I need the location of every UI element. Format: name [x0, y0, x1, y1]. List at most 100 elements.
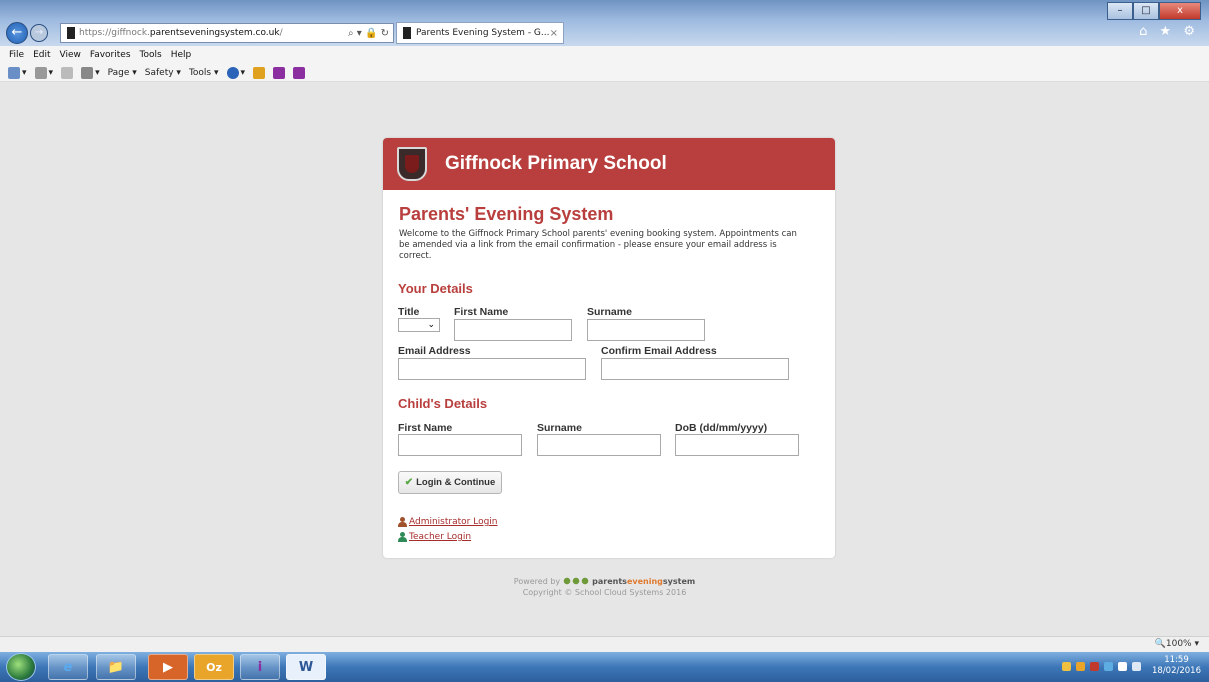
child-surname-input[interactable]	[537, 434, 661, 456]
taskbar-word-icon[interactable]: W	[286, 654, 326, 680]
menu-view[interactable]: View	[60, 50, 81, 60]
page-menu[interactable]: Page ▾	[108, 68, 137, 78]
close-window-button[interactable]: x	[1159, 2, 1201, 20]
surname-label: Surname	[587, 306, 632, 318]
check-icon: ✔	[404, 477, 414, 488]
surname-input[interactable]	[587, 319, 705, 341]
clock-date: 18/02/2016	[1152, 666, 1201, 676]
menu-file[interactable]: File	[9, 50, 24, 60]
navigation-bar: ← → https://giffnock.parentseveningsyste…	[0, 20, 1209, 46]
back-button[interactable]: ←	[6, 22, 28, 44]
tools-menu[interactable]: Tools ▾	[189, 68, 219, 78]
start-button[interactable]	[6, 653, 36, 681]
school-name: Giffnock Primary School	[445, 153, 667, 174]
network-tray-icon[interactable]	[1118, 661, 1127, 671]
url-text[interactable]: https://giffnock.parentseveningsystem.co…	[79, 28, 348, 38]
home-icon[interactable]	[8, 66, 20, 79]
teacher-login-label[interactable]: Teacher Login	[409, 532, 471, 542]
teacher-user-icon	[398, 532, 407, 542]
login-continue-button[interactable]: ✔ Login & Continue	[398, 471, 502, 494]
safety-menu[interactable]: Safety ▾	[145, 68, 181, 78]
child-first-name-label: First Name	[398, 422, 453, 434]
administrator-login-label[interactable]: Administrator Login	[409, 517, 498, 527]
feeds-dropdown[interactable]: ▾	[49, 68, 54, 78]
child-surname-label: Surname	[537, 422, 582, 434]
title-label: Title	[398, 306, 420, 318]
parents-evening-system-logo-icon	[563, 577, 590, 586]
clock-time: 11:59	[1164, 655, 1189, 665]
powered-by: Powered by parentseveningsystem	[514, 576, 695, 587]
forward-button[interactable]: →	[30, 24, 48, 42]
title-select[interactable]: ⌄	[398, 318, 440, 332]
tab-favicon-icon	[403, 27, 411, 39]
taskbar-explorer-icon[interactable]: 📁	[96, 654, 136, 680]
taskbar-outlook-icon[interactable]: Oz	[194, 654, 234, 680]
print-dropdown[interactable]: ▾	[95, 68, 100, 78]
first-name-input[interactable]	[454, 319, 572, 341]
home-dropdown[interactable]: ▾	[22, 68, 27, 78]
security-tray-icon[interactable]	[1090, 661, 1099, 671]
menu-tools[interactable]: Tools	[140, 50, 162, 60]
page-icon	[67, 27, 75, 39]
help-dropdown[interactable]: ▾	[241, 68, 246, 78]
page-footer: Powered by parentseveningsystem Copyrigh…	[0, 576, 1209, 598]
dob-label: DoB (dd/mm/yyyy)	[675, 422, 768, 434]
admin-user-icon	[398, 517, 407, 527]
home-favorites-settings-icons[interactable]: ⌂ ★ ⚙	[1139, 24, 1199, 39]
login-continue-label: Login & Continue	[416, 477, 496, 488]
confirm-email-input[interactable]	[601, 358, 789, 380]
maximize-button[interactable]: □	[1133, 2, 1159, 20]
email-input[interactable]	[398, 358, 586, 380]
window-controls: – □ x	[1107, 2, 1201, 20]
feeds-icon[interactable]	[34, 66, 47, 79]
first-name-label: First Name	[454, 306, 509, 318]
menu-edit[interactable]: Edit	[33, 50, 50, 60]
sync-tray-icon[interactable]	[1104, 661, 1113, 671]
taskbar-media-icon[interactable]: ▶	[148, 654, 188, 680]
your-details-heading: Your Details	[398, 281, 473, 296]
outlook-tray-icon[interactable]	[1076, 661, 1085, 671]
windows-taskbar: e 📁 ▶ Oz i W 11:59 18/02/2016	[0, 652, 1209, 682]
command-bar: ▾ ▾ ▾ Page ▾ Safety ▾ Tools ▾ ▾	[0, 64, 1209, 82]
dob-input[interactable]	[675, 434, 799, 456]
page-content: Giffnock Primary School Parents' Evening…	[0, 83, 1209, 636]
print-icon[interactable]	[81, 66, 94, 79]
addon-icon[interactable]	[253, 66, 266, 79]
confirm-email-label: Confirm Email Address	[601, 345, 717, 357]
page-title: Parents' Evening System	[399, 204, 614, 224]
taskbar-info-icon[interactable]: i	[240, 654, 280, 680]
address-bar[interactable]: https://giffnock.parentseveningsystem.co…	[60, 23, 394, 43]
tab-parents-evening[interactable]: Parents Evening System - G... ×	[396, 22, 564, 44]
chevron-down-icon: ⌄	[427, 320, 435, 330]
childs-details-heading: Child's Details	[398, 396, 488, 411]
help-icon[interactable]	[226, 66, 239, 79]
administrator-login-link[interactable]: Administrator Login	[398, 517, 498, 527]
volume-tray-icon[interactable]	[1132, 661, 1141, 671]
system-tray: 11:59 18/02/2016	[1062, 655, 1201, 677]
menu-bar: File Edit View Favorites Tools Help	[0, 46, 1209, 64]
menu-favorites[interactable]: Favorites	[90, 50, 131, 60]
powered-by-text: Powered by	[513, 577, 561, 586]
email-label: Email Address	[398, 345, 471, 357]
brand-name: parentseveningsystem	[592, 577, 696, 586]
minimize-button[interactable]: –	[1107, 2, 1133, 20]
copyright-text: Copyright © School Cloud Systems 2016	[522, 588, 687, 597]
browser-titlebar: – □ x ← → https://giffnock.parentsevenin…	[0, 0, 1209, 46]
zoom-level[interactable]: 🔍100% ▾	[1155, 639, 1199, 649]
tab-label: Parents Evening System - G...	[416, 28, 550, 38]
tab-close-icon[interactable]: ×	[550, 28, 563, 39]
teacher-login-link[interactable]: Teacher Login	[398, 532, 471, 542]
onenote-linked-icon[interactable]	[293, 66, 306, 79]
child-first-name-input[interactable]	[398, 434, 522, 456]
address-tools-icons[interactable]: ⌕ ▾ 🔒 ↻	[348, 28, 393, 39]
mail-tray-icon[interactable]	[1062, 661, 1071, 671]
clock[interactable]: 11:59 18/02/2016	[1152, 655, 1201, 677]
school-header: Giffnock Primary School	[383, 138, 835, 190]
school-crest-logo	[397, 147, 427, 181]
mail-icon[interactable]	[61, 66, 74, 79]
welcome-text: Welcome to the Giffnock Primary School p…	[399, 229, 797, 261]
onenote-icon[interactable]	[273, 66, 286, 79]
taskbar-ie-icon[interactable]: e	[48, 654, 88, 680]
menu-help[interactable]: Help	[171, 50, 192, 60]
login-card: Giffnock Primary School Parents' Evening…	[383, 138, 835, 558]
